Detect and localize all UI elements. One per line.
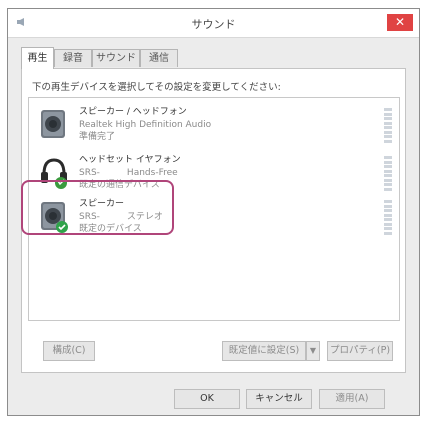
chevron-down-icon[interactable]: ▼ <box>306 341 320 361</box>
device-name: スピーカー / ヘッドフォン <box>79 107 187 117</box>
cancel-button[interactable]: キャンセル <box>246 389 312 409</box>
device-name: ヘッドセット イヤフォン <box>79 155 181 165</box>
ok-button[interactable]: OK <box>174 389 240 409</box>
device-item-speaker-headphones[interactable]: スピーカー / ヘッドフォン Realtek High Definition A… <box>35 106 392 150</box>
title-bar: サウンド ✕ <box>8 9 419 38</box>
apply-button[interactable]: 適用(A) <box>319 389 385 409</box>
device-description: SRS- Hands-Free <box>79 167 178 178</box>
close-button[interactable]: ✕ <box>387 14 413 31</box>
volume-level-meter <box>384 156 392 192</box>
properties-button[interactable]: プロパティ(P) <box>327 341 393 361</box>
tab-playback[interactable]: 再生 <box>21 47 54 69</box>
configure-button[interactable]: 構成(C) <box>43 341 95 361</box>
set-default-button[interactable]: 既定値に設定(S) <box>222 341 306 361</box>
tab-communications[interactable]: 通信 <box>140 49 178 67</box>
device-description: Realtek High Definition Audio <box>79 119 212 130</box>
tab-sounds[interactable]: サウンド <box>92 49 140 67</box>
speaker-icon <box>41 110 65 138</box>
window-title: サウンド <box>191 18 236 31</box>
volume-level-meter <box>384 108 392 144</box>
tab-recording[interactable]: 録音 <box>54 49 92 67</box>
instruction-text: 下の再生デバイスを選択してその設定を変更してください: <box>32 82 281 93</box>
volume-level-meter <box>384 200 392 236</box>
selection-highlight <box>21 180 174 235</box>
device-status: 準備完了 <box>79 132 116 142</box>
